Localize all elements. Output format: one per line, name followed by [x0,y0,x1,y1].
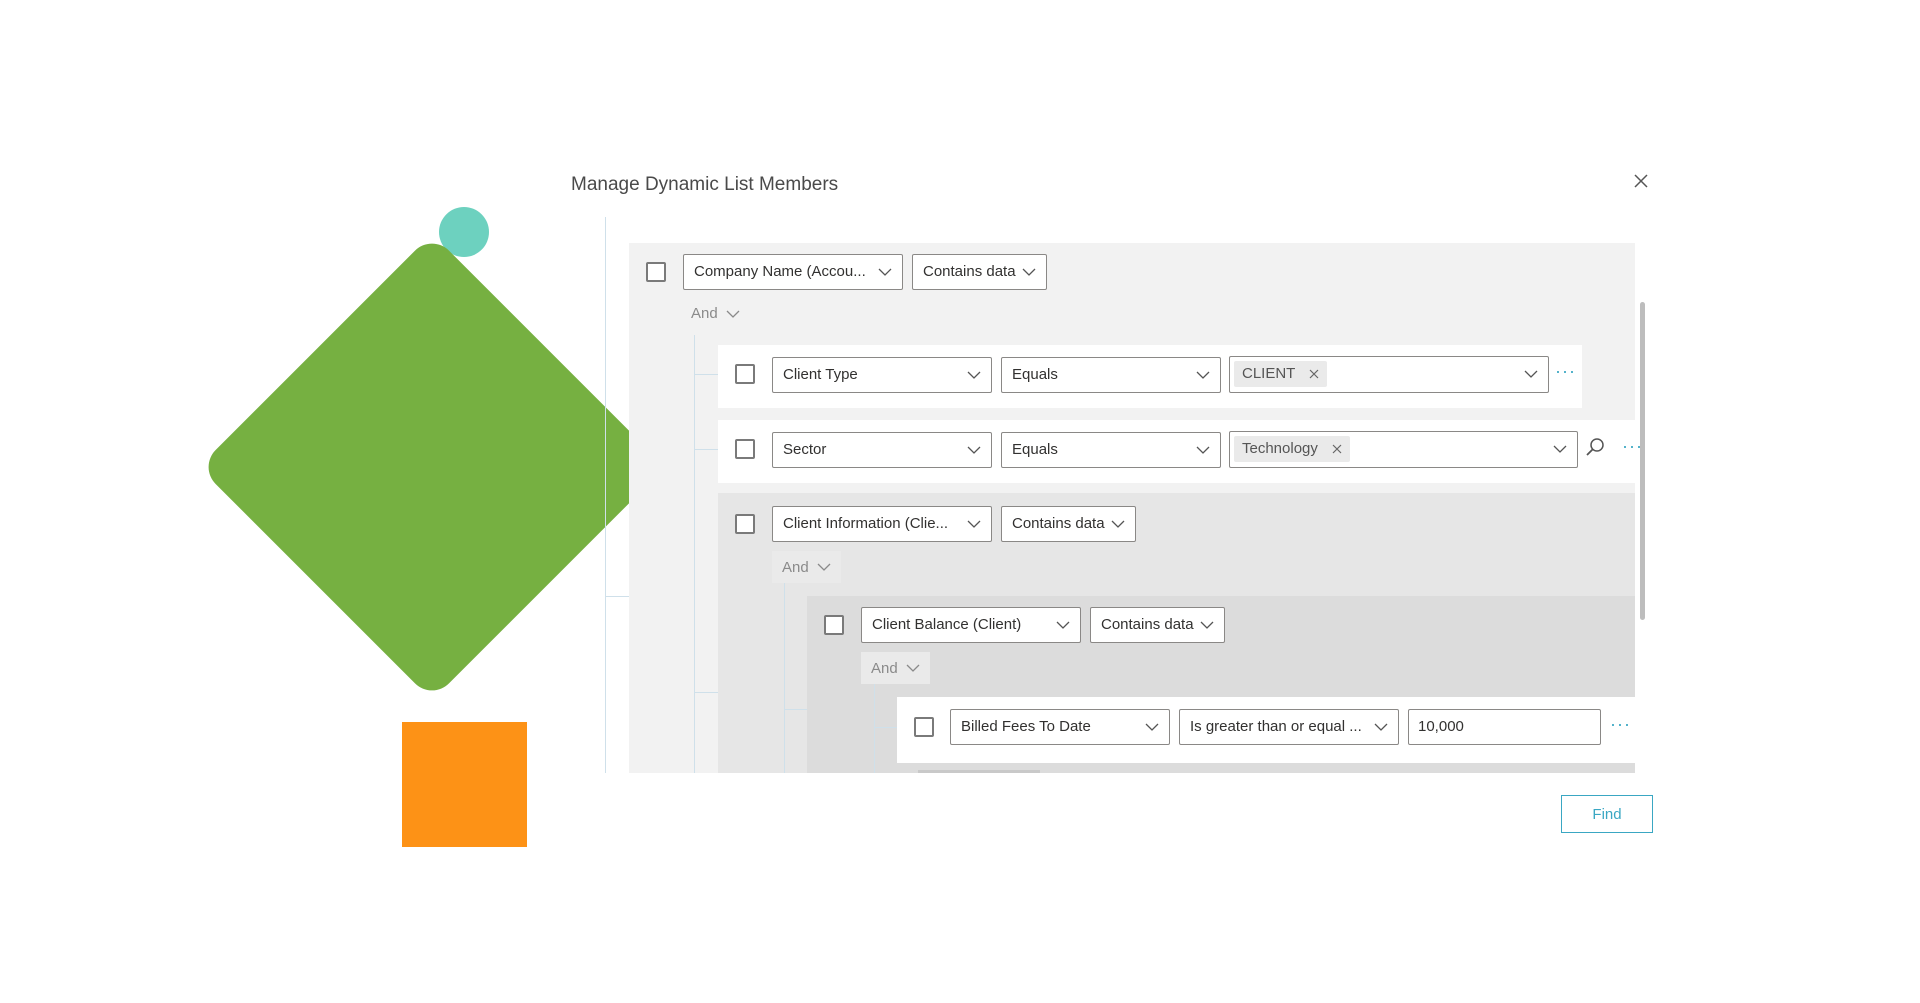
tree-line-branch [694,374,718,375]
field-dropdown-client-balance[interactable]: Client Balance (Client) [861,607,1081,643]
and-label: And [782,558,809,576]
chevron-down-icon [1145,710,1159,744]
value-tag-label: CLIENT [1242,365,1296,382]
tree-line-branch [874,727,897,728]
operator-dropdown-client-balance[interactable]: Contains data [1090,607,1225,643]
and-label: And [871,659,898,677]
tree-line-root [605,217,606,773]
chevron-down-icon [1196,433,1210,467]
row-checkbox-client-info[interactable] [735,514,755,534]
row-checkbox-client-balance[interactable] [824,615,844,635]
and-operator-1[interactable]: And [691,305,740,322]
operator-dropdown-label: Contains data [1101,616,1194,633]
chevron-down-icon [1111,507,1125,541]
operator-dropdown-label: Contains data [923,263,1016,280]
tree-line-branch [784,709,807,710]
chevron-down-icon [817,563,831,571]
chevron-down-icon [1374,710,1388,744]
and-operator-3[interactable]: And [861,652,930,684]
search-icon[interactable] [1585,437,1605,462]
and-operator-2[interactable]: And [772,551,841,583]
value-tag-label: Technology [1242,440,1318,457]
value-input-billed-fees[interactable]: 10,000 [1408,709,1601,745]
scrollbar-thumb[interactable] [1640,302,1645,620]
dialog-title: Manage Dynamic List Members [571,174,839,195]
operator-dropdown-label: Is greater than or equal ... [1190,718,1362,735]
chevron-down-icon [1022,255,1036,289]
chevron-down-icon [967,433,981,467]
remove-tag-icon[interactable] [1309,369,1319,379]
field-dropdown-client-info[interactable]: Client Information (Clie... [772,506,992,542]
chevron-down-icon [967,358,981,392]
field-dropdown-sector[interactable]: Sector [772,432,992,468]
tree-line-level3 [874,684,875,773]
operator-dropdown-billed-fees[interactable]: Is greater than or equal ... [1179,709,1399,745]
value-tag: CLIENT [1234,361,1328,387]
tree-line-branch [694,692,718,693]
field-dropdown-billed-fees[interactable]: Billed Fees To Date [950,709,1170,745]
decorative-diamond [198,233,666,701]
and-label: And [691,305,718,322]
operator-dropdown-client-info[interactable]: Contains data [1001,506,1136,542]
chevron-down-icon [1196,358,1210,392]
value-picker-client-type[interactable]: CLIENT [1229,356,1549,393]
field-dropdown-label: Client Type [783,366,858,383]
close-icon[interactable] [1630,170,1652,192]
row-checkbox-client-type[interactable] [735,364,755,384]
chevron-down-icon [726,310,740,318]
chevron-down-icon [1524,357,1538,391]
operator-dropdown-company[interactable]: Contains data [912,254,1047,290]
value-picker-sector[interactable]: Technology [1229,431,1578,468]
field-dropdown-label: Billed Fees To Date [961,718,1091,735]
row-checkbox-sector[interactable] [735,439,755,459]
field-dropdown-label: Client Information (Clie... [783,515,949,532]
chevron-down-icon [1056,608,1070,642]
field-dropdown-company[interactable]: Company Name (Accou... [683,254,903,290]
row-checkbox-billed-fees[interactable] [914,717,934,737]
field-dropdown-label: Company Name (Accou... [694,263,866,280]
tree-line-level1 [694,335,695,773]
remove-tag-icon[interactable] [1332,444,1342,454]
operator-dropdown-label: Equals [1012,366,1058,383]
chevron-down-icon [967,507,981,541]
operator-dropdown-label: Equals [1012,441,1058,458]
chevron-down-icon [906,664,920,672]
chevron-down-icon [1200,608,1214,642]
operator-dropdown-sector[interactable]: Equals [1001,432,1221,468]
value-tag: Technology [1234,436,1350,462]
chevron-down-icon [1553,432,1567,466]
chevron-down-icon [878,255,892,289]
tree-line-level2 [784,583,785,773]
field-dropdown-label: Sector [783,441,827,458]
decorative-square [402,722,527,847]
operator-dropdown-client-type[interactable]: Equals [1001,357,1221,393]
more-options-icon[interactable]: ··· [1555,361,1576,382]
tree-line-branch [694,449,718,450]
row-checkbox-company[interactable] [646,262,666,282]
operator-dropdown-label: Contains data [1012,515,1105,532]
tree-line-root-branch [605,596,629,597]
more-options-icon[interactable]: ··· [1610,714,1631,735]
field-dropdown-client-type[interactable]: Client Type [772,357,992,393]
partially-visible-control [918,770,1040,773]
field-dropdown-label: Client Balance (Client) [872,616,1022,633]
find-button[interactable]: Find [1561,795,1653,833]
